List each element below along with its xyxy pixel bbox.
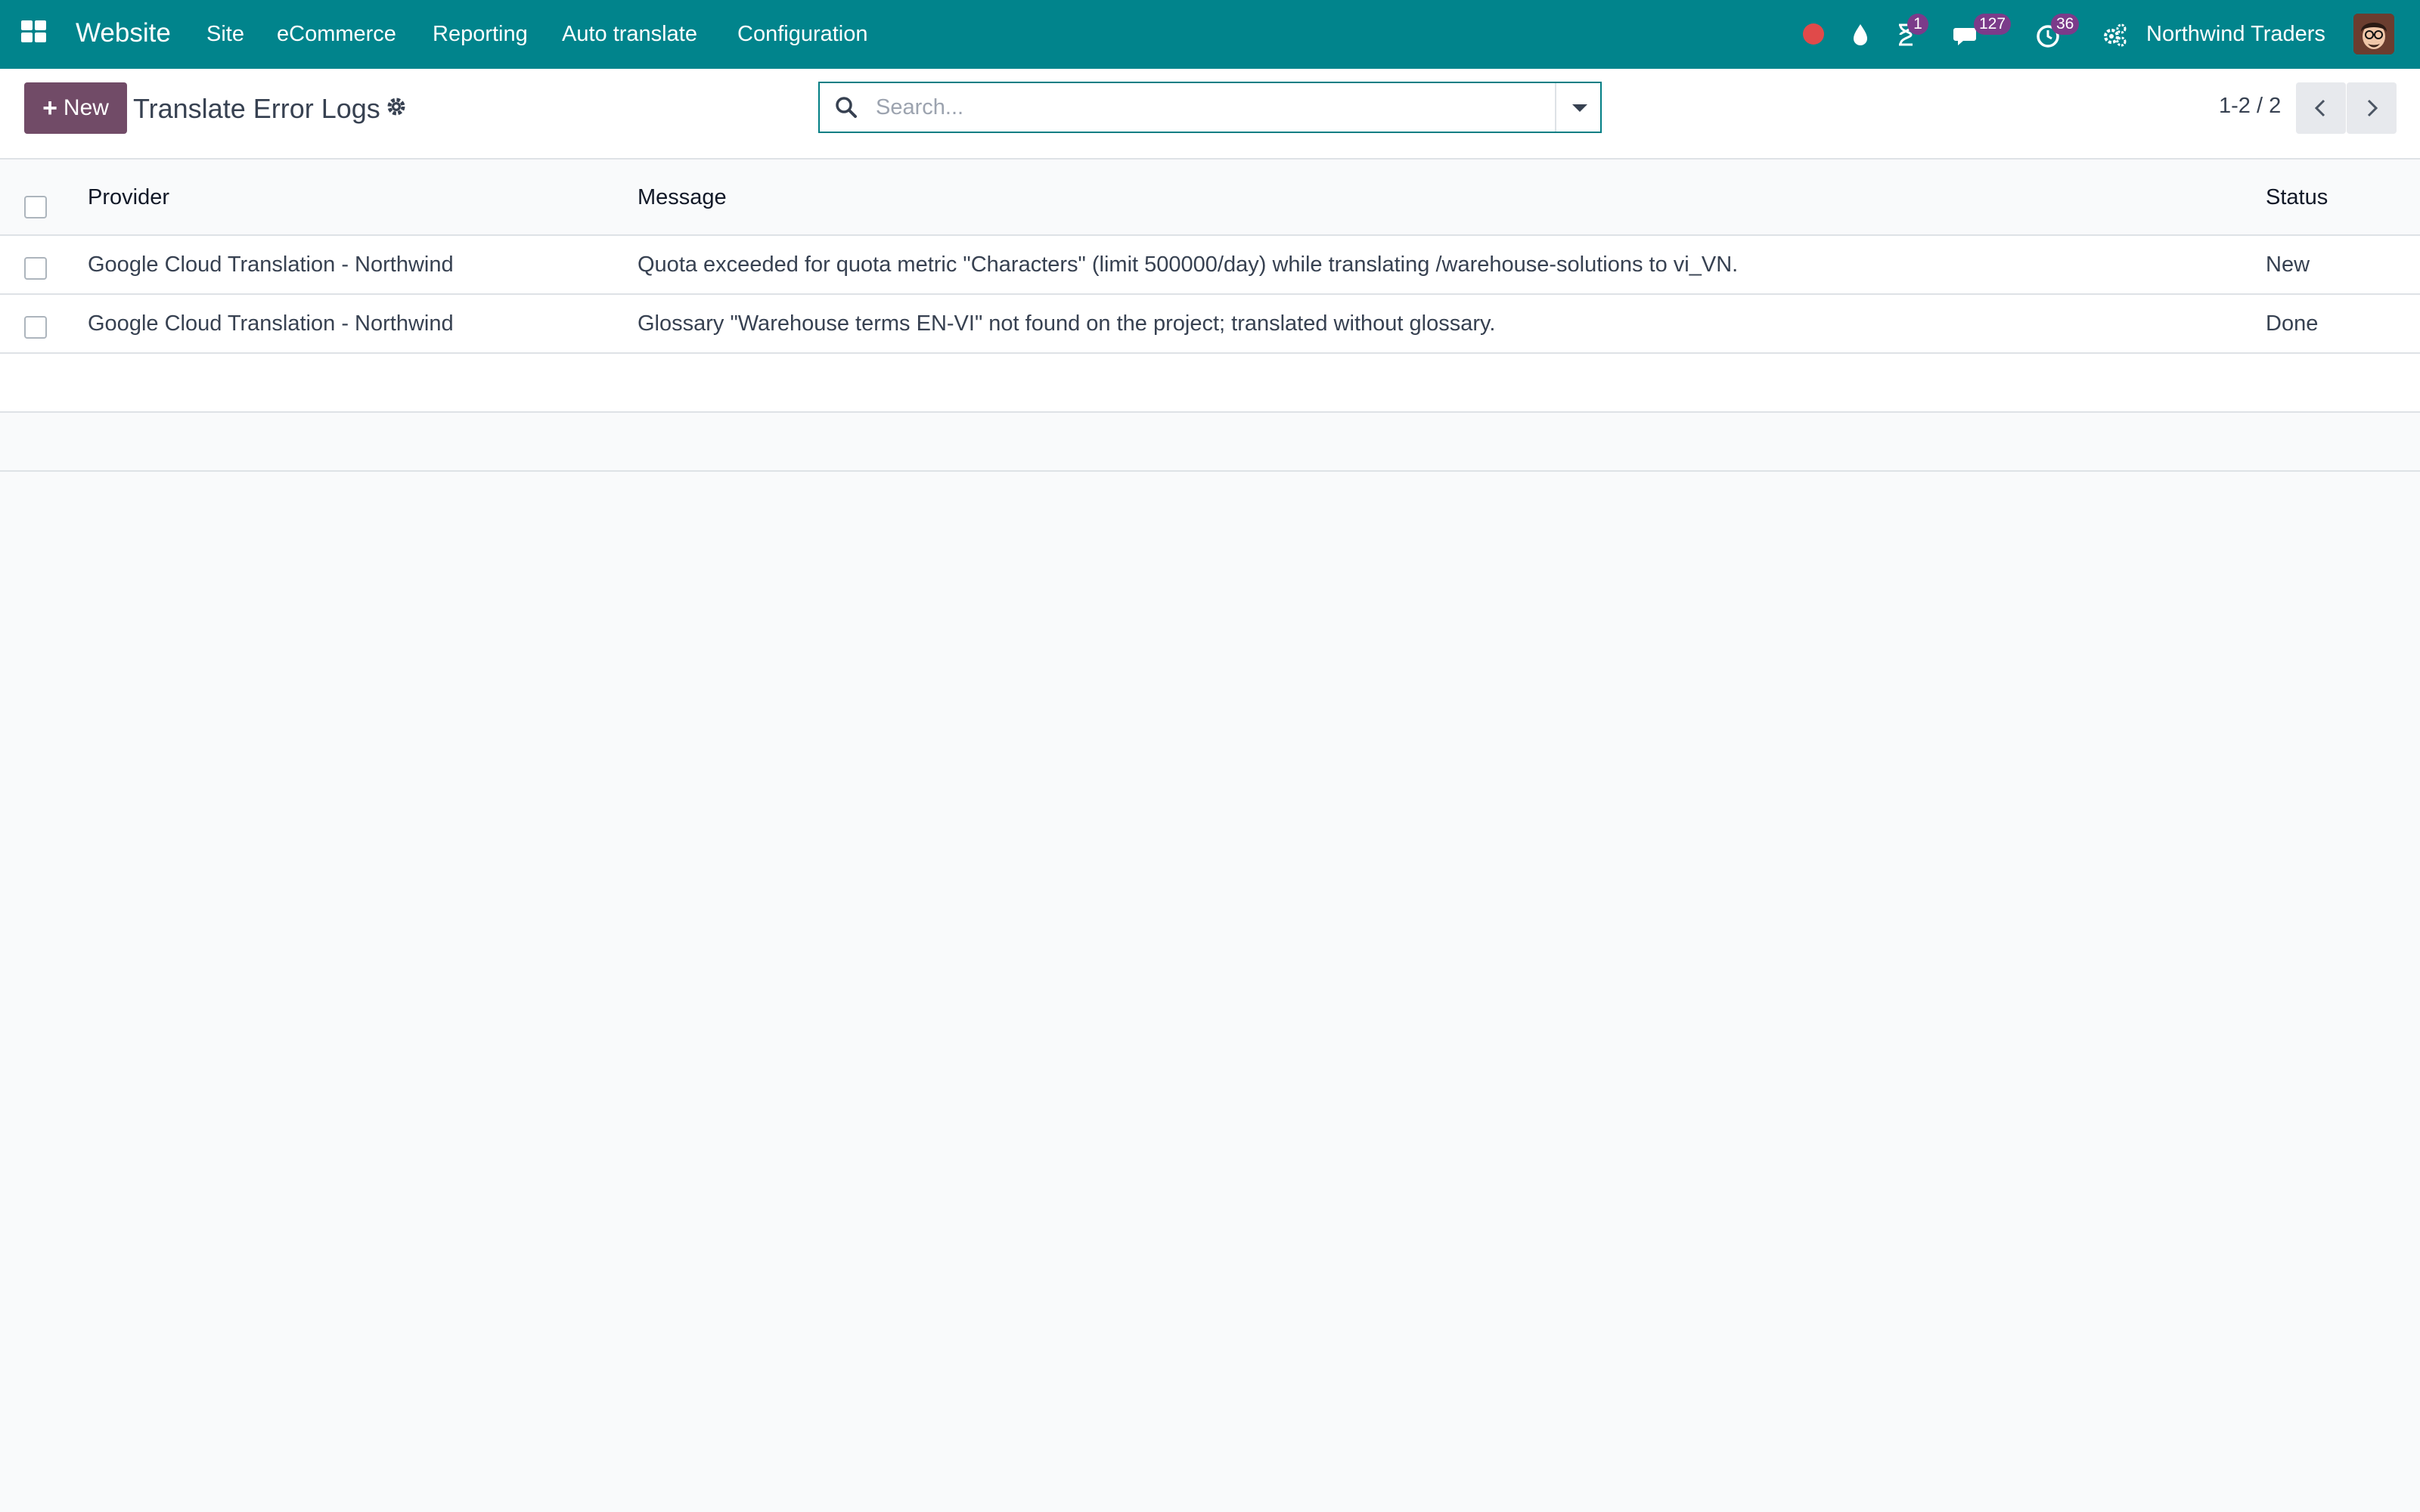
menu-auto-translate[interactable]: Auto translate <box>562 22 697 47</box>
menu-configuration[interactable]: Configuration <box>737 22 868 47</box>
plus-icon: + <box>42 94 57 122</box>
error-logs-table: Provider Message Status Google Cloud Tra… <box>0 160 2420 472</box>
select-all-checkbox[interactable] <box>24 196 47 218</box>
control-panel: + New Translate Error Logs 1-2 / 2 <box>0 69 2420 160</box>
column-header-status[interactable]: Status <box>2266 185 2328 210</box>
empty-row <box>0 354 2420 413</box>
status-cell: New <box>2266 253 2310 277</box>
column-header-provider[interactable]: Provider <box>88 185 169 210</box>
company-switcher[interactable]: Northwind Traders <box>2146 22 2325 47</box>
avatar-image-icon <box>2353 14 2394 54</box>
column-header-message[interactable]: Message <box>638 185 727 210</box>
messages-badge: 127 <box>1974 14 2012 35</box>
chevron-left-icon <box>2314 99 2325 117</box>
search-icon <box>836 97 857 118</box>
clock-badge: 36 <box>2051 14 2080 35</box>
pager-value[interactable]: 1-2 / 2 <box>2219 94 2281 119</box>
droplet-icon[interactable] <box>1845 20 1876 50</box>
top-navbar: Website Site eCommerce Reporting Auto tr… <box>0 0 2420 69</box>
search-bar <box>818 82 1602 133</box>
empty-row <box>0 413 2420 472</box>
message-cell: Quota exceeded for quota metric "Charact… <box>638 253 1739 277</box>
app-brand[interactable]: Website <box>76 18 171 48</box>
provider-cell: Google Cloud Translation - Northwind <box>88 311 454 336</box>
settings-gears-icon[interactable] <box>2099 20 2130 50</box>
new-button[interactable]: + New <box>24 82 127 134</box>
table-row[interactable]: Google Cloud Translation - Northwind Glo… <box>0 295 2420 354</box>
chevron-right-icon <box>2367 99 2378 117</box>
menu-reporting[interactable]: Reporting <box>433 22 528 47</box>
user-avatar[interactable] <box>2353 14 2394 54</box>
page-title: Translate Error Logs <box>133 93 380 124</box>
gear-icon[interactable] <box>384 94 408 119</box>
recording-status-icon[interactable] <box>1803 23 1824 45</box>
menu-site[interactable]: Site <box>206 22 244 47</box>
message-cell: Glossary "Warehouse terms EN-VI" not fou… <box>638 311 1496 336</box>
pager-next-button[interactable] <box>2347 82 2397 134</box>
provider-cell: Google Cloud Translation - Northwind <box>88 253 454 277</box>
search-options-toggle[interactable] <box>1555 83 1600 132</box>
row-checkbox[interactable] <box>24 316 47 339</box>
search-input[interactable] <box>876 89 1556 125</box>
row-checkbox[interactable] <box>24 257 47 280</box>
table-row[interactable]: Google Cloud Translation - Northwind Quo… <box>0 236 2420 295</box>
status-cell: Done <box>2266 311 2319 336</box>
new-button-label: New <box>63 95 109 120</box>
pager-previous-button[interactable] <box>2296 82 2346 134</box>
table-header: Provider Message Status <box>0 160 2420 236</box>
activities-badge: 1 <box>1907 14 1928 35</box>
apps-grid-icon[interactable] <box>21 20 48 45</box>
menu-ecommerce[interactable]: eCommerce <box>277 22 396 47</box>
